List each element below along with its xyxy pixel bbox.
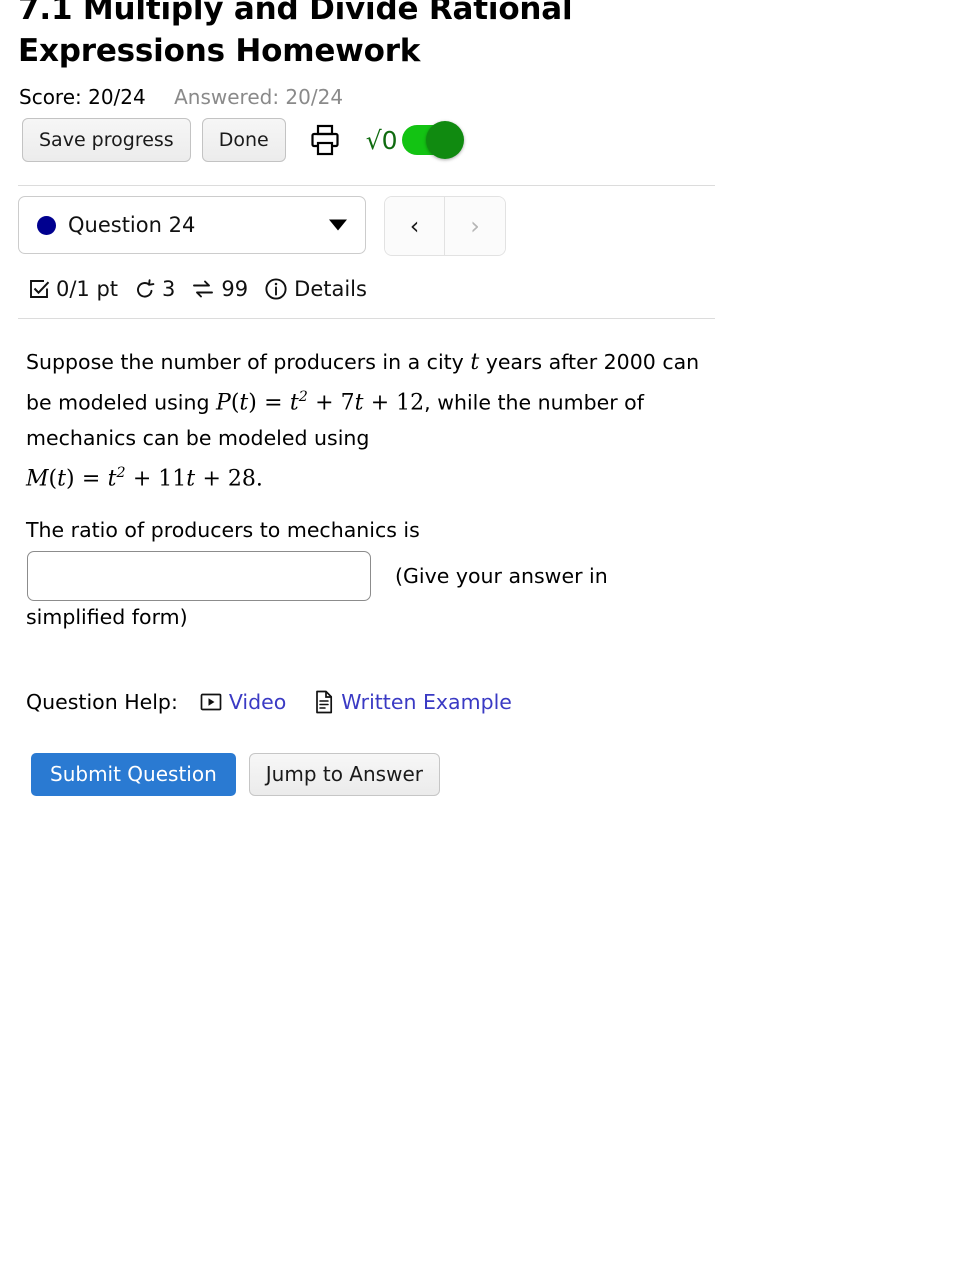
divider-top <box>18 185 715 186</box>
video-help-label: Video <box>228 690 287 714</box>
retries-value: 99 <box>221 277 249 301</box>
answered-label: Answered: 20/24 <box>174 85 344 109</box>
formula-producers: P(t) = t2 + 7t + 12 <box>216 389 425 416</box>
question-status-dot <box>37 215 56 235</box>
variable-t: t <box>470 350 480 375</box>
submit-question-button[interactable]: Submit Question <box>31 753 236 796</box>
prev-question-button[interactable]: ‹ <box>385 197 445 255</box>
document-icon <box>314 690 334 714</box>
question-help-label: Question Help: <box>26 690 178 714</box>
sqrt-icon: √0 <box>365 125 398 155</box>
info-circle-icon <box>264 277 288 301</box>
question-arrow-group: ‹ › <box>384 196 506 256</box>
details-button[interactable]: Details <box>264 277 367 301</box>
question-text: Suppose the number of producers in a cit… <box>26 345 716 496</box>
formula-mechanics: M(t) = t2 + 11t + 28. <box>26 464 263 492</box>
undo-arrow-icon <box>134 278 156 300</box>
question-stats: 0/1 pt 3 99 Details <box>28 277 367 301</box>
score-row: Score: 20/24 Answered: 20/24 <box>19 84 343 110</box>
question-select[interactable]: Question 24 <box>18 196 366 254</box>
question-select-label: Question 24 <box>68 213 196 237</box>
retries-stat: 99 <box>191 277 248 301</box>
written-example-link[interactable]: Written Example <box>314 690 512 714</box>
score-label: Score: 20/24 <box>19 85 146 109</box>
assignment-toolbar: Save progress Done √0 <box>22 118 464 162</box>
toggle-knob <box>425 121 464 159</box>
question-help-row: Question Help: Video Written Example <box>26 690 512 714</box>
answer-row: (Give your answer in <box>27 551 608 601</box>
points-stat: 0/1 pt <box>28 277 118 301</box>
points-value: 0/1 pt <box>56 277 119 301</box>
attempts-value: 3 <box>162 277 176 301</box>
done-button[interactable]: Done <box>201 118 286 162</box>
math-mode-toggle-group[interactable]: √0 <box>365 121 464 159</box>
question-text-part-1: Suppose the number of producers in a cit… <box>26 350 471 374</box>
written-example-label: Written Example <box>341 690 512 714</box>
details-label: Details <box>294 277 367 301</box>
save-progress-button[interactable]: Save progress <box>22 118 191 162</box>
play-box-icon <box>200 692 222 712</box>
next-question-button[interactable]: › <box>445 197 505 255</box>
answer-input[interactable] <box>27 551 371 601</box>
video-help-link[interactable]: Video <box>200 690 286 714</box>
divider-middle <box>18 318 715 319</box>
checkbox-checked-icon <box>28 278 50 300</box>
jump-to-answer-button[interactable]: Jump to Answer <box>248 753 440 796</box>
question-actions: Submit Question Jump to Answer <box>31 753 440 796</box>
page-title: 7.1 Multiply and Divide Rational Express… <box>18 0 573 69</box>
answer-hint-line-1: (Give your answer in <box>395 564 608 588</box>
swap-arrows-icon <box>191 278 215 300</box>
assignment-page: 7.1 Multiply and Divide Rational Express… <box>0 0 970 1276</box>
answer-prompt: The ratio of producers to mechanics is <box>26 518 420 542</box>
question-nav: Question 24 ‹ › <box>18 196 506 256</box>
answer-hint-line-2: simplified form) <box>26 605 188 629</box>
attempts-stat: 3 <box>134 277 175 301</box>
chevron-down-icon <box>329 219 347 231</box>
math-mode-toggle[interactable] <box>401 121 464 159</box>
printer-icon[interactable] <box>310 124 340 156</box>
